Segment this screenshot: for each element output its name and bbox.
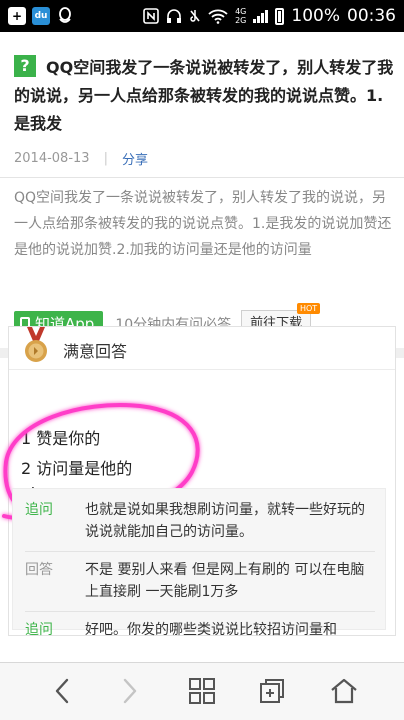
followup-divider bbox=[25, 551, 375, 552]
grid-menu-icon[interactable] bbox=[184, 673, 220, 709]
baidu-du-icon: du bbox=[32, 7, 50, 25]
answer-line: 2 访问量是他的 bbox=[21, 459, 133, 478]
question-body: QQ空间我发了一条说说被转发了，别人转发了我的说说，另一人点给那条被转发的我的说… bbox=[14, 190, 392, 258]
network-2g-label: 2G bbox=[235, 16, 247, 25]
satisfied-answer-title: 满意回答 bbox=[63, 342, 128, 361]
meta-separator: | bbox=[103, 151, 108, 166]
forward-icon[interactable] bbox=[112, 673, 148, 709]
share-link[interactable]: 分享 bbox=[122, 149, 148, 168]
divider bbox=[0, 177, 404, 178]
followup-label: 追问 bbox=[25, 622, 53, 638]
followup-label: 追问 bbox=[25, 502, 53, 518]
question-title-text: QQ空间我发了一条说说被转发了，别人转发了我的说说，另一人点给那条被转发的我的说… bbox=[14, 58, 394, 133]
qq-icon bbox=[56, 7, 74, 25]
back-icon[interactable] bbox=[44, 673, 80, 709]
answer-line: 1 赞是你的 bbox=[21, 429, 101, 448]
wifi-icon bbox=[208, 9, 228, 24]
question-date: 2014-08-13 bbox=[14, 151, 90, 166]
du-label: du bbox=[34, 11, 48, 21]
question-mark-icon: ? bbox=[14, 55, 36, 77]
answer-divider bbox=[9, 369, 395, 370]
hot-badge: HOT bbox=[296, 303, 321, 314]
nfc-icon bbox=[143, 8, 159, 24]
status-bar: + du 4G 2G 100% 00:36 bbox=[0, 0, 404, 32]
signal-icon bbox=[253, 9, 269, 23]
battery-percent: 100% bbox=[291, 6, 340, 26]
headphone-icon bbox=[167, 9, 182, 23]
clock: 00:36 bbox=[347, 6, 396, 26]
followup-text: 好吧。你发的哪些类说说比较招访问量和 bbox=[85, 622, 337, 638]
silent-icon bbox=[190, 10, 200, 22]
followup-text: 不是 要别人来看 但是网上有刷的 可以在电脑上直接刷 一天能刷1万多 bbox=[85, 562, 365, 600]
tabs-icon[interactable] bbox=[254, 673, 290, 709]
medal-icon bbox=[25, 327, 47, 362]
followup-row: 追问 也就是说如果我想刷访问量，就转一些好玩的说说就能加自己的访问量。 bbox=[13, 499, 385, 543]
network-4g-label: 4G bbox=[235, 7, 247, 16]
followup-divider bbox=[25, 611, 375, 612]
browser-bottom-bar bbox=[0, 662, 404, 720]
followup-text: 也就是说如果我想刷访问量，就转一些好玩的说说就能加自己的访问量。 bbox=[85, 502, 365, 540]
notification-plus-icon: + bbox=[8, 7, 26, 25]
home-icon[interactable] bbox=[326, 673, 362, 709]
followup-row: 回答 不是 要别人来看 但是网上有刷的 可以在电脑上直接刷 一天能刷1万多 bbox=[13, 559, 385, 603]
question-title: ? QQ空间我发了一条说说被转发了，别人转发了我的说说，另一人点给那条被转发的我的… bbox=[14, 54, 394, 138]
question-meta: 2014-08-13 | 分享 bbox=[14, 149, 148, 168]
followup-row: 追问 好吧。你发的哪些类说说比较招访问量和 bbox=[13, 619, 385, 641]
battery-icon bbox=[275, 7, 285, 25]
followup-label: 回答 bbox=[25, 562, 53, 578]
followup-box: 追问 也就是说如果我想刷访问量，就转一些好玩的说说就能加自己的访问量。 回答 不… bbox=[12, 488, 386, 638]
